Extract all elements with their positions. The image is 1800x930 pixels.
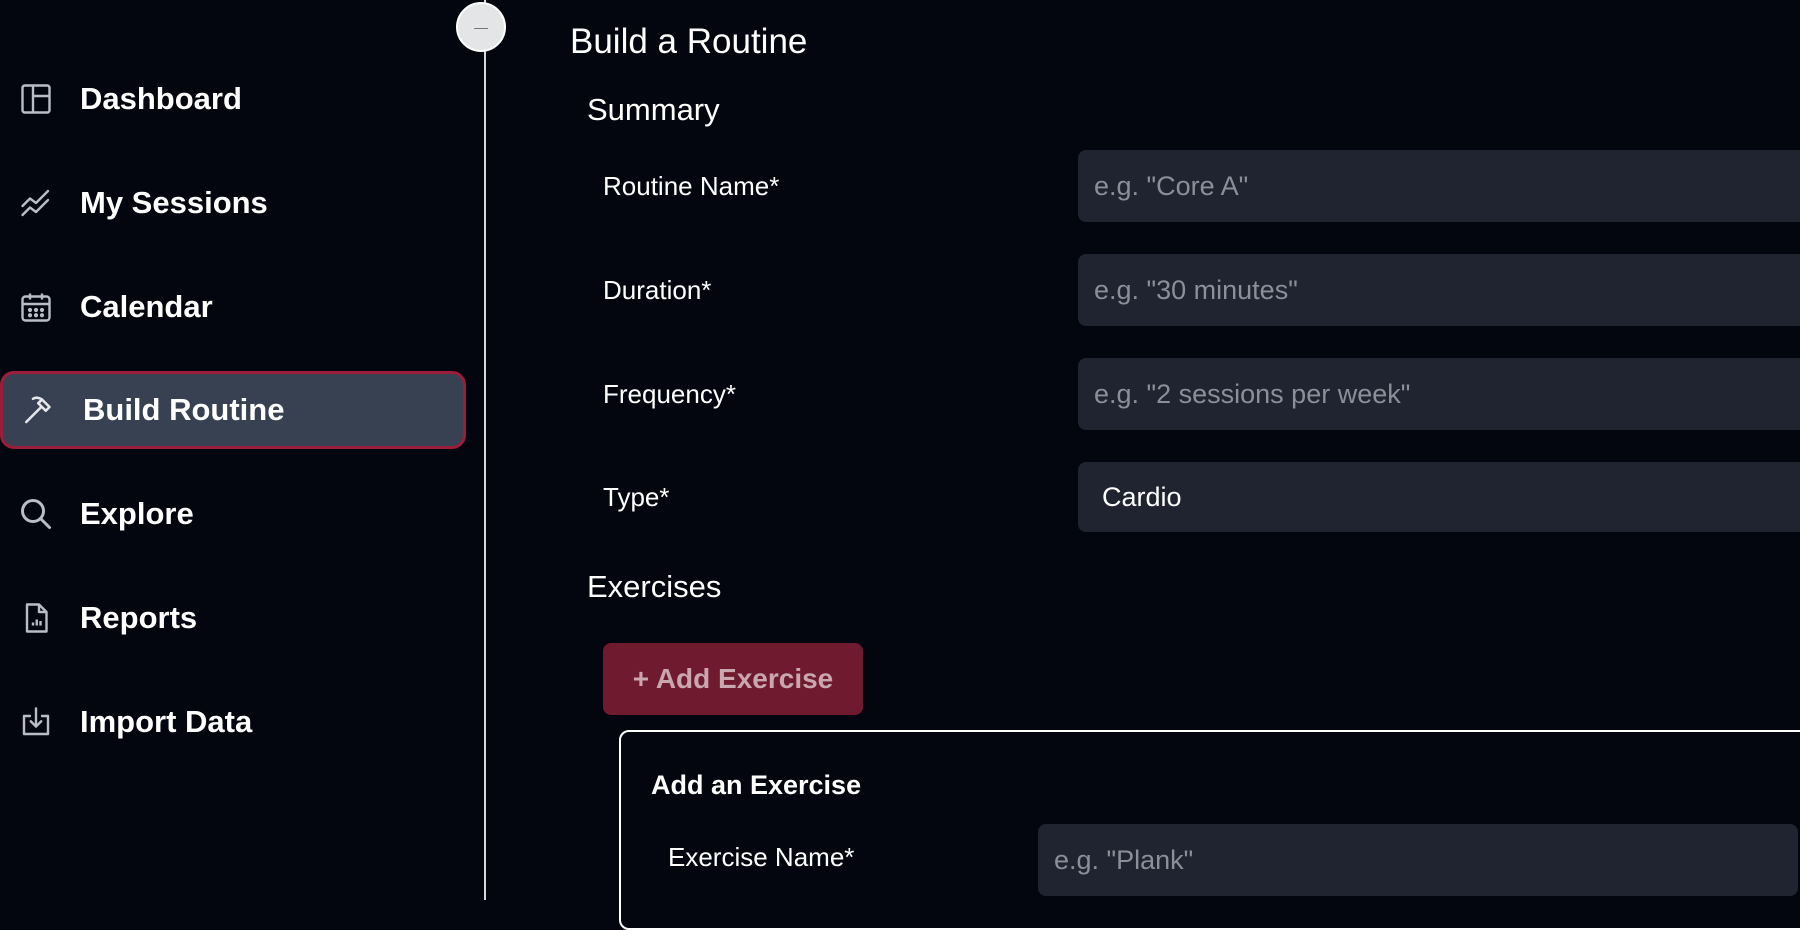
sidebar-item-explore[interactable]: Explore (0, 475, 466, 553)
add-exercise-button[interactable]: + Add Exercise (603, 643, 863, 715)
add-exercise-card: Add an Exercise Exercise Name* (619, 730, 1800, 930)
exercise-name-input[interactable] (1038, 824, 1798, 896)
type-label: Type* (603, 482, 670, 512)
sidebar-item-label: Dashboard (80, 81, 242, 116)
search-icon (18, 496, 54, 532)
page-title: Build a Routine (570, 22, 808, 61)
summary-heading: Summary (587, 92, 720, 127)
main-content: Build a Routine Summary Routine Name* Du… (488, 0, 1800, 930)
sidebar-item-my-sessions[interactable]: My Sessions (0, 164, 466, 242)
exercise-name-label: Exercise Name* (668, 842, 855, 872)
routine-name-label: Routine Name* (603, 171, 780, 201)
frequency-label: Frequency* (603, 379, 736, 409)
routine-name-input[interactable] (1078, 150, 1800, 222)
trend-chart-icon (18, 185, 54, 221)
dashboard-icon (18, 81, 54, 117)
import-icon (18, 704, 54, 740)
sidebar-item-build-routine[interactable]: Build Routine (0, 371, 466, 449)
sidebar-item-reports[interactable]: Reports (0, 579, 466, 657)
type-select[interactable]: Cardio (1078, 462, 1800, 532)
card-title: Add an Exercise (651, 770, 862, 800)
sidebar-item-label: My Sessions (80, 185, 268, 220)
sidebar-item-label: Import Data (80, 704, 253, 739)
sidebar-item-label: Explore (80, 496, 194, 531)
collapse-icon: — (474, 19, 488, 35)
report-file-icon (18, 600, 54, 636)
duration-label: Duration* (603, 275, 712, 305)
hammer-icon (21, 392, 57, 428)
sidebar-collapse-button[interactable]: — (456, 2, 506, 52)
sidebar-item-label: Build Routine (83, 392, 285, 427)
exercises-heading: Exercises (587, 569, 722, 604)
sidebar-item-import-data[interactable]: Import Data (0, 683, 466, 761)
sidebar-item-label: Calendar (80, 289, 213, 324)
sidebar-item-calendar[interactable]: Calendar (0, 268, 466, 346)
type-select-value: Cardio (1102, 481, 1182, 512)
sidebar-item-dashboard[interactable]: Dashboard (0, 60, 466, 138)
calendar-icon (18, 289, 54, 325)
duration-input[interactable] (1078, 254, 1800, 326)
sidebar-item-label: Reports (80, 600, 198, 635)
sidebar: Dashboard My Sessions Calendar Build Rou… (0, 0, 486, 900)
frequency-input[interactable] (1078, 358, 1800, 430)
